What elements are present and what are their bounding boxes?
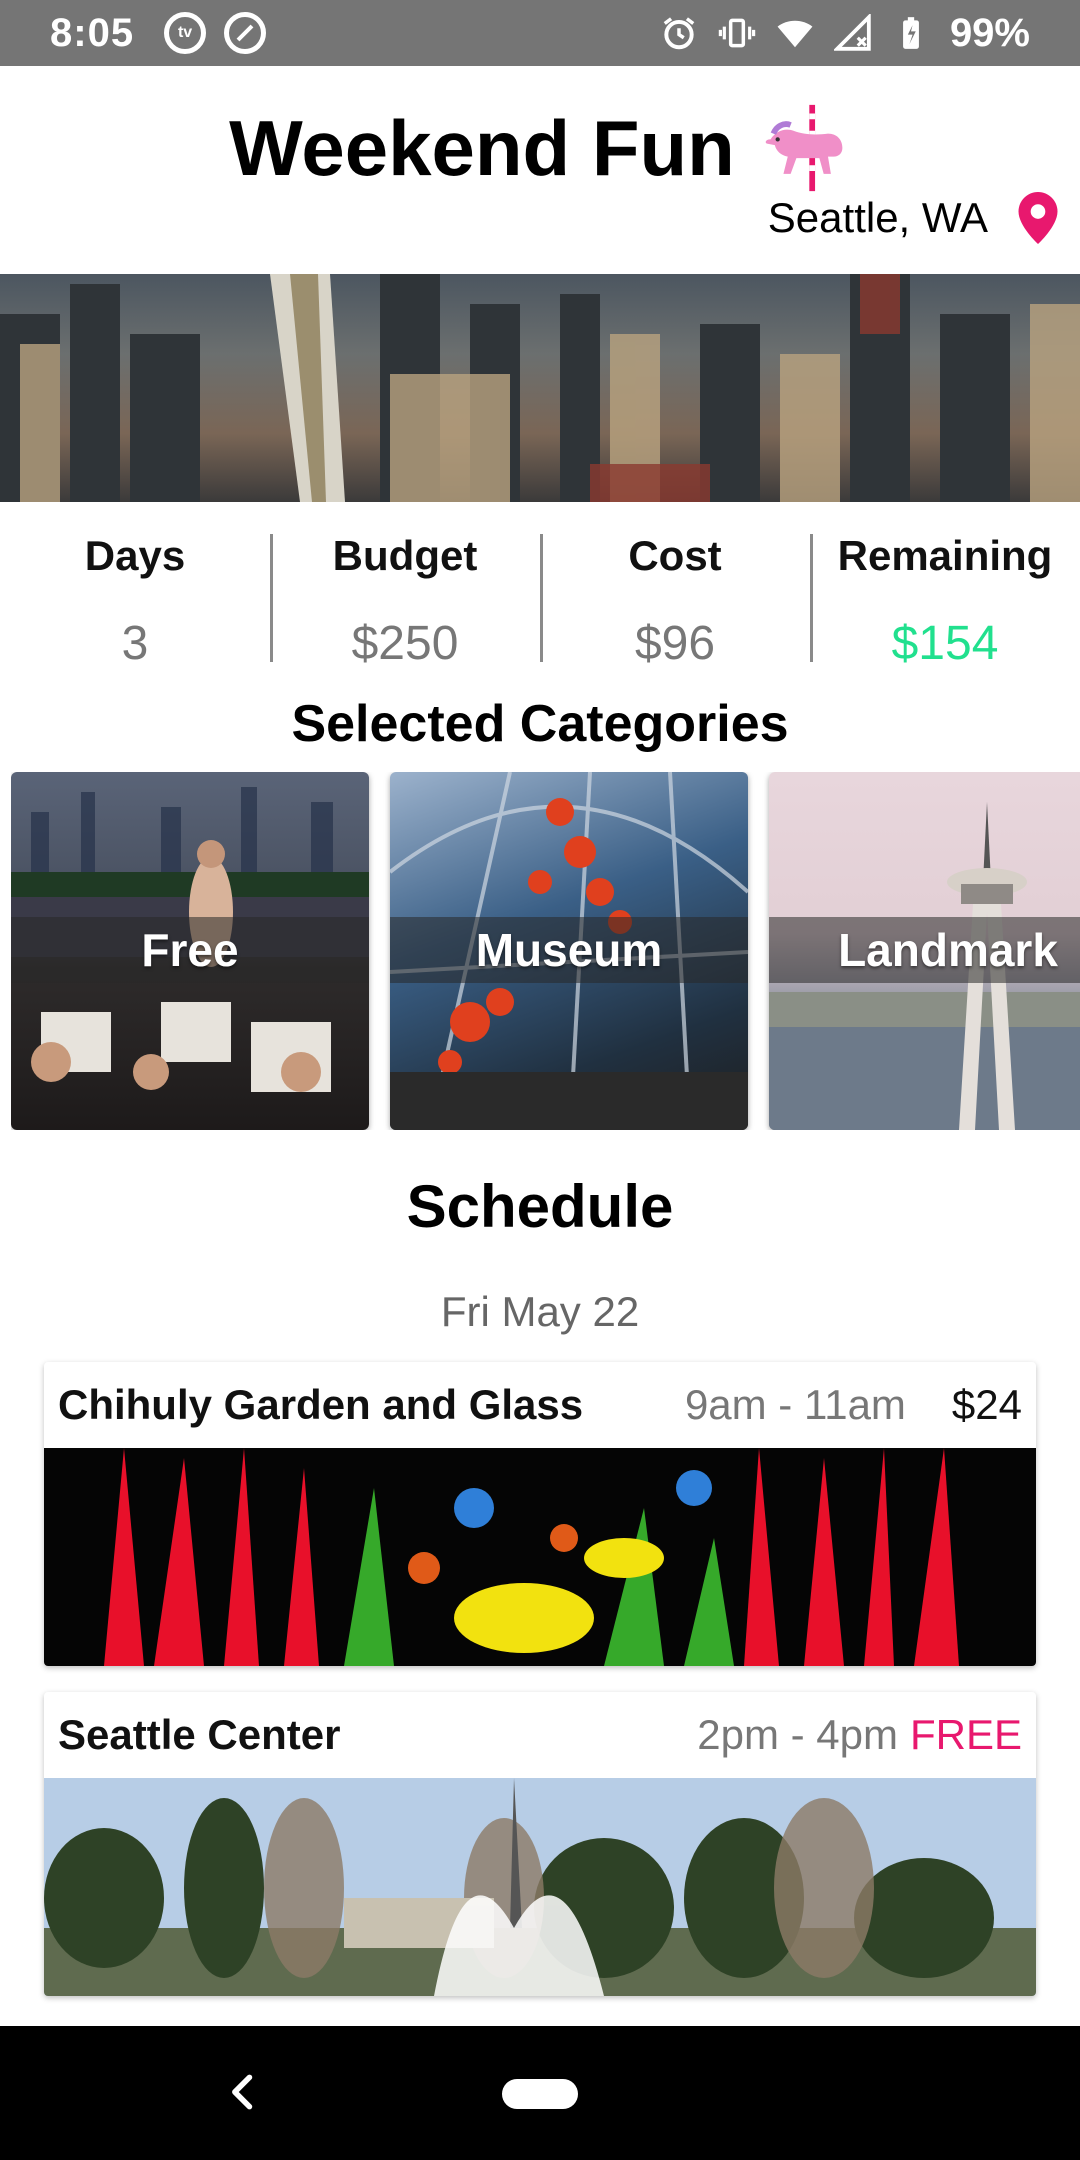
stat-label: Cost xyxy=(628,532,722,579)
back-chevron-icon[interactable] xyxy=(222,2070,266,2114)
stat-label: Days xyxy=(84,532,186,579)
category-carousel[interactable]: Free Museum Landmark xyxy=(11,772,1080,1130)
event-time: 9am - 11am xyxy=(684,1381,906,1428)
location-selector[interactable]: Seattle, WA xyxy=(768,192,1058,244)
stat-cost: Cost $96 xyxy=(540,502,810,692)
event-image xyxy=(44,1448,1036,1666)
category-card-landmark[interactable]: Landmark xyxy=(769,772,1080,1130)
schedule-date: Fri May 22 xyxy=(440,1288,640,1335)
map-pin-icon[interactable] xyxy=(1018,192,1058,244)
category-label: Museum xyxy=(475,924,663,976)
app-header: Weekend Fun Seattle, WA xyxy=(0,66,1080,274)
alarm-icon xyxy=(663,17,695,50)
stat-days: Days 3 xyxy=(0,502,270,692)
status-time: 8:05 xyxy=(50,10,135,55)
category-card-free[interactable]: Free xyxy=(11,772,369,1130)
stat-value: $250 xyxy=(351,617,459,670)
event-card[interactable]: Chihuly Garden and Glass 9am - 11am $24 xyxy=(44,1362,1036,1666)
category-label: Landmark xyxy=(838,924,1058,976)
category-label: Free xyxy=(141,924,239,976)
event-image xyxy=(44,1778,1036,1996)
page-title: Weekend Fun xyxy=(229,103,735,192)
system-nav-bar xyxy=(0,2026,1080,2160)
schedule-heading: Schedule xyxy=(406,1173,674,1240)
event-name: Chihuly Garden and Glass xyxy=(58,1381,584,1428)
budget-stats: Days 3 Budget $250 Cost $96 Remaining $1… xyxy=(0,502,1080,692)
categories-heading: Selected Categories xyxy=(291,695,789,753)
carousel-horse-icon xyxy=(765,104,843,192)
stat-remaining: Remaining $154 xyxy=(810,502,1080,692)
location-label: Seattle, WA xyxy=(767,194,988,241)
event-price: FREE xyxy=(909,1711,1022,1758)
home-pill-icon[interactable] xyxy=(502,2079,578,2109)
event-name: Seattle Center xyxy=(58,1711,341,1758)
vibrate-icon xyxy=(718,18,756,48)
stat-value: $154 xyxy=(891,617,999,670)
event-price: $24 xyxy=(951,1381,1022,1428)
city-hero-image xyxy=(0,274,1080,502)
category-card-museum[interactable]: Museum xyxy=(390,772,748,1130)
status-bar: 8:05 tv 99% xyxy=(0,0,1080,66)
event-card[interactable]: Seattle Center 2pm - 4pm FREE xyxy=(44,1692,1036,1996)
stat-label: Remaining xyxy=(837,532,1053,579)
do-not-disturb-icon xyxy=(224,12,267,54)
stat-value: $96 xyxy=(634,617,716,670)
battery-icon xyxy=(903,17,919,49)
stat-budget: Budget $250 xyxy=(270,502,540,692)
battery-percent: 99% xyxy=(949,10,1030,55)
tv-icon: tv xyxy=(164,12,207,54)
wifi-icon xyxy=(777,20,813,48)
stat-label: Budget xyxy=(332,532,478,579)
stat-value: 3 xyxy=(121,617,149,670)
signal-icon xyxy=(833,14,871,51)
event-time: 2pm - 4pm xyxy=(697,1711,898,1758)
